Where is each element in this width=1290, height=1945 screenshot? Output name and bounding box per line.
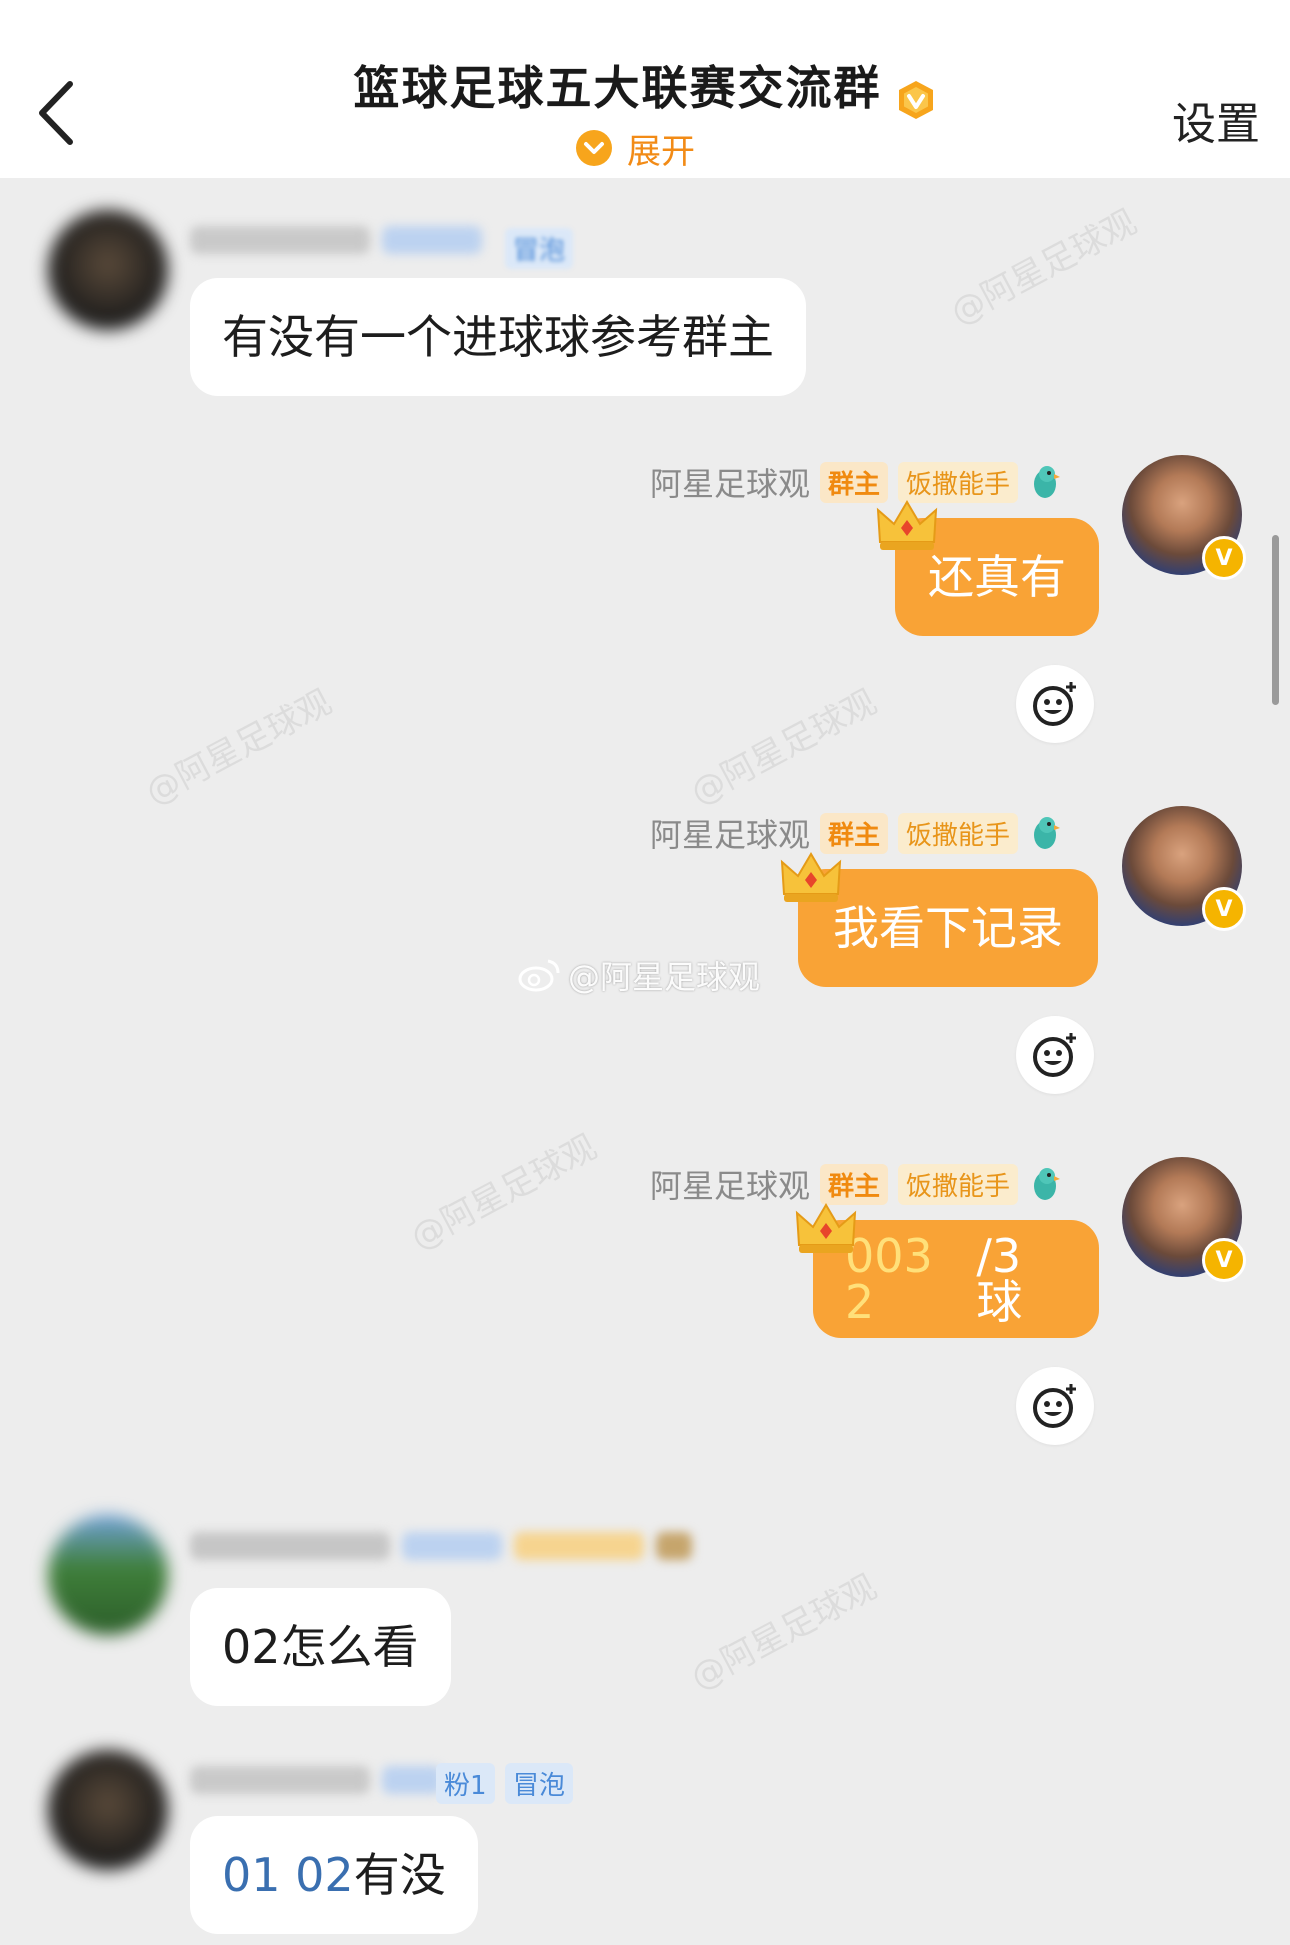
fan-level-tag: 粉1 [436,1763,495,1804]
sender-info: 阿星足球观 群主 饭撒能手 [650,1162,1062,1206]
add-reaction-button[interactable] [1016,1016,1094,1094]
weibo-watermark-text: @阿星足球观 [568,958,761,996]
verified-icon: V [1202,887,1246,931]
title-tag: 饭撒能手 [897,812,1018,854]
smile-plus-icon [1033,1033,1076,1077]
title-tag: 饭撒能手 [897,1163,1018,1205]
message-bubble[interactable]: 有没有一个进球球参考群主 [190,278,806,396]
watermark: @阿星足球观 [404,1127,604,1259]
crown-icon [795,1203,857,1253]
verified-group-icon [898,80,933,119]
watermark: @阿星足球观 [684,1567,884,1699]
sender-info: 阿星足球观 群主 饭撒能手 [650,460,1062,504]
sender-info: 阿星足球观 群主 饭撒能手 [650,811,1062,855]
watermark: @阿星足球观 [139,682,339,814]
watermark: @阿星足球观 [944,202,1144,334]
add-reaction-button[interactable] [1016,1367,1094,1445]
settings-button[interactable]: 设置 [1172,88,1260,152]
sender-info-blurred [190,1524,692,1568]
level-tag: 冒泡 [505,1763,574,1804]
level-tag: 冒泡 [505,228,574,269]
message-text-part: /3球 [976,1229,1023,1329]
sender-info-blurred [190,1758,442,1802]
user-avatar[interactable] [48,1515,168,1635]
sender-name: 阿星足球观 [649,1167,810,1205]
parrot-icon [1034,817,1060,849]
add-reaction-button[interactable] [1016,665,1094,743]
user-avatar[interactable] [48,1750,168,1870]
message-text: 我看下记录 [833,901,1063,955]
title-wrap: 篮球足球五大联赛交流群 [0,52,1290,121]
owner-tag: 群主 [819,461,888,503]
message-bubble[interactable]: 02怎么看 [190,1588,451,1706]
smile-plus-icon [1033,1384,1076,1428]
chat-header: 篮球足球五大联赛交流群 展开 设置 [0,0,1290,178]
message-bubble[interactable]: 01 02 有没 [190,1816,478,1934]
expand-button[interactable]: 展开 [575,124,695,172]
owner-tag: 群主 [819,812,888,854]
message-text-part: 有没 [353,1848,446,1902]
group-title: 篮球足球五大联赛交流群 [353,61,882,115]
scrollbar[interactable] [1272,535,1279,705]
crown-icon [780,852,842,902]
watermark: @阿星足球观 [684,682,884,814]
chevron-down-icon [576,130,612,166]
weibo-watermark: @阿星足球观 [518,952,760,998]
parrot-icon [1034,1168,1060,1200]
expand-label: 展开 [627,131,695,172]
verified-icon: V [1202,1238,1246,1282]
verified-icon: V [1202,536,1246,580]
message-text: 有没有一个进球球参考群主 [222,310,774,364]
owner-tag: 群主 [819,1163,888,1205]
parrot-icon [1034,466,1060,498]
sender-info-blurred [190,218,482,262]
title-tag: 饭撒能手 [897,461,1018,503]
message-text-part: 003 2 [845,1229,933,1329]
user-avatar[interactable] [48,210,168,330]
message-text-part: 01 02 [222,1848,354,1902]
message-text: 还真有 [928,550,1066,604]
sender-name: 阿星足球观 [649,465,810,503]
message-text: 02怎么看 [222,1620,419,1674]
crown-icon [876,500,938,550]
weibo-logo-icon [518,959,560,992]
smile-plus-icon [1033,682,1076,726]
